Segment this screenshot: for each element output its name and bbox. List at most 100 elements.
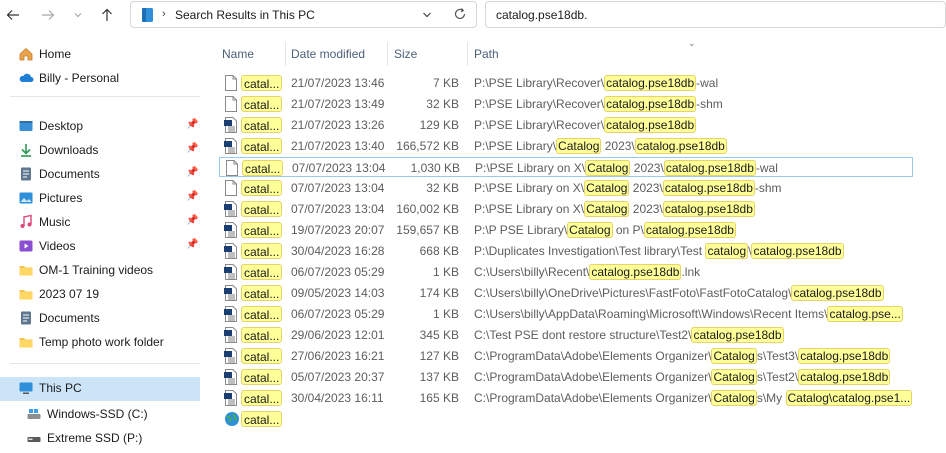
forward-button[interactable] bbox=[36, 4, 60, 26]
file-name[interactable]: catal... bbox=[241, 201, 283, 217]
file-row[interactable]: catal... 29/06/2023 12:01 345 KB C:\Test PS… bbox=[219, 325, 913, 345]
file-row[interactable]: catal... 07/07/2023 13:04 1,030 KB P:\PSE L… bbox=[219, 157, 913, 177]
path-segment: C:\ProgramData\Adobe\Elements Organizer\ bbox=[474, 370, 712, 384]
sidebar-item-home[interactable]: Home bbox=[0, 43, 200, 65]
file-path: P:\PSE Library\Recover\ catalog.pse18db bbox=[474, 117, 697, 133]
file-row[interactable]: catal... 07/07/2023 13:04 160,002 KB P:\PSE… bbox=[219, 199, 913, 219]
file-name[interactable]: catal... bbox=[241, 327, 283, 343]
pin-icon: 📌 bbox=[186, 119, 199, 130]
sidebar-item-label: Desktop bbox=[39, 119, 84, 133]
file-row[interactable]: catal... 06/07/2023 05:29 1 KB C:\Users\bil… bbox=[219, 304, 913, 324]
file-row[interactable]: catal... 05/07/2023 20:37 137 KB C:\Program… bbox=[219, 367, 913, 387]
column-header-label: Size bbox=[394, 47, 418, 61]
file-name[interactable]: catal... bbox=[241, 348, 283, 364]
path-match-highlight: Catalog bbox=[567, 222, 613, 238]
sidebar-item-this-pc[interactable]: This PC bbox=[0, 377, 200, 401]
file-name[interactable]: catal... bbox=[241, 96, 283, 112]
column-header-date-modified[interactable]: Date modified bbox=[286, 40, 386, 68]
back-button[interactable] bbox=[1, 4, 25, 26]
sidebar-item-desktop[interactable]: Desktop 📌 bbox=[0, 115, 200, 137]
file-name[interactable]: catal... bbox=[241, 306, 283, 322]
refresh-icon[interactable] bbox=[453, 7, 467, 24]
up-button[interactable] bbox=[95, 4, 119, 26]
sidebar-divider bbox=[10, 363, 200, 364]
file-date-modified: 07/07/2023 13:04 bbox=[291, 202, 385, 216]
path-segment: C:\ProgramData\Adobe\Elements Organizer\ bbox=[474, 349, 712, 363]
sidebar-item-label: Videos bbox=[39, 239, 76, 253]
sidebar-item-extreme-ssd[interactable]: Extreme SSD (P:) bbox=[0, 427, 200, 449]
file-date-modified: 07/07/2023 13:04 bbox=[291, 181, 385, 195]
address-dropdown-icon[interactable] bbox=[421, 9, 433, 24]
file-date-modified: 21/07/2023 13:46 bbox=[291, 76, 385, 90]
database-file-icon bbox=[224, 390, 238, 406]
path-match-highlight: catalog.pse18db bbox=[798, 369, 891, 385]
database-file-icon bbox=[224, 117, 238, 133]
file-row[interactable]: catal... 21/07/2023 13:40 166,572 KB P:\PSE… bbox=[219, 136, 913, 156]
file-size: 1 KB bbox=[432, 307, 459, 321]
path-match-highlight: Catalog\catalog.pse1... bbox=[785, 390, 913, 406]
file-name[interactable]: catal... bbox=[241, 369, 283, 385]
sidebar-item-om1-training-videos[interactable]: OM-1 Training videos bbox=[0, 259, 200, 281]
sidebar-item-documents[interactable]: Documents 📌 bbox=[0, 163, 200, 185]
sort-chevron-icon: ⌄ bbox=[688, 38, 696, 48]
file-name[interactable]: catal... bbox=[241, 285, 283, 301]
breadcrumb[interactable]: Search Results in This PC bbox=[175, 8, 315, 22]
file-name[interactable]: catal... bbox=[241, 243, 283, 259]
database-file-icon bbox=[224, 243, 238, 259]
sidebar-item-documents-2[interactable]: Documents bbox=[0, 307, 200, 329]
this-pc-icon bbox=[19, 382, 33, 394]
database-file-icon bbox=[224, 348, 238, 364]
documents-icon bbox=[21, 311, 31, 325]
file-name[interactable]: catal... bbox=[241, 222, 283, 238]
column-header-size[interactable]: Size bbox=[388, 40, 466, 68]
file-name[interactable]: catal... bbox=[241, 138, 283, 154]
file-name[interactable]: catal... bbox=[241, 411, 283, 427]
file-row[interactable]: catal... 07/07/2023 13:04 32 KB P:\PSE Libr… bbox=[219, 178, 913, 198]
column-header-path[interactable]: Path bbox=[468, 40, 938, 68]
sidebar-item-music[interactable]: Music 📌 bbox=[0, 211, 200, 233]
search-box[interactable]: catalog.pse18db. bbox=[485, 1, 946, 28]
onedrive-icon bbox=[19, 73, 34, 82]
file-row[interactable]: catal... 30/04/2023 16:28 668 KB P:\Duplica… bbox=[219, 241, 913, 261]
path-match-highlight: catalog.pse18db bbox=[691, 327, 784, 343]
database-file-icon bbox=[224, 369, 238, 385]
database-file-icon bbox=[224, 222, 238, 238]
file-path: P:\PSE Library on X\ Catalog 2023\ catalog… bbox=[475, 160, 778, 176]
file-row[interactable]: catal... 19/07/2023 20:07 159,657 KB P:\P P… bbox=[219, 220, 913, 240]
address-bar[interactable]: › Search Results in This PC bbox=[130, 1, 477, 28]
file-date-modified: 29/06/2023 12:01 bbox=[291, 328, 385, 342]
file-row[interactable]: catal... 21/07/2023 13:46 7 KB P:\PSE Libra… bbox=[219, 73, 913, 93]
file-name[interactable]: catal... bbox=[241, 117, 283, 133]
file-name[interactable]: catal... bbox=[241, 75, 283, 91]
file-name[interactable]: catal... bbox=[242, 160, 284, 176]
sidebar-item-temp-photo-work-folder[interactable]: Temp photo work folder bbox=[0, 331, 200, 353]
file-name[interactable]: catal... bbox=[241, 264, 283, 280]
file-row[interactable]: catal... 30/04/2023 16:11 165 KB C:\Program… bbox=[219, 388, 913, 408]
sidebar-item-onedrive[interactable]: Billy - Personal bbox=[0, 67, 200, 89]
file-name[interactable]: catal... bbox=[241, 390, 283, 406]
search-input[interactable]: catalog.pse18db. bbox=[496, 8, 587, 22]
file-size: 129 KB bbox=[419, 118, 459, 132]
file-row[interactable]: catal... 09/05/2023 14:03 174 KB C:\Users\b… bbox=[219, 283, 913, 303]
file-row[interactable]: catal... 21/07/2023 13:49 32 KB P:\PSE Libr… bbox=[219, 94, 913, 114]
sidebar-item-pictures[interactable]: Pictures 📌 bbox=[0, 187, 200, 209]
file-row[interactable]: catal... 27/06/2023 16:21 127 KB C:\Program… bbox=[219, 346, 913, 366]
path-segment: C:\Test PSE dont restore structure\Test2… bbox=[474, 328, 692, 342]
path-match-highlight: Catalog bbox=[711, 369, 757, 385]
sidebar-item-videos[interactable]: Videos 📌 bbox=[0, 235, 200, 257]
file-row[interactable]: catal... 06/07/2023 05:29 1 KB C:\Users\bil… bbox=[219, 262, 913, 282]
column-header-name[interactable]: Name bbox=[214, 40, 284, 68]
sidebar-item-label: Temp photo work folder bbox=[39, 335, 164, 349]
file-row[interactable]: catal... bbox=[219, 409, 913, 429]
path-segment: -shm bbox=[754, 181, 782, 195]
recent-locations-button[interactable] bbox=[66, 4, 90, 26]
file-row[interactable]: catal... 21/07/2023 13:26 129 KB P:\PSE Lib… bbox=[219, 115, 913, 135]
file-path: P:\PSE Library\Recover\ catalog.pse18db -w… bbox=[474, 75, 718, 91]
sidebar-item-windows-ssd[interactable]: Windows-SSD (C:) bbox=[0, 403, 200, 425]
file-name[interactable]: catal... bbox=[241, 180, 283, 196]
sidebar-item-2023-07-19[interactable]: 2023 07 19 bbox=[0, 283, 200, 305]
sidebar-item-downloads[interactable]: Downloads 📌 bbox=[0, 139, 200, 161]
file-date-modified: 27/06/2023 16:21 bbox=[291, 349, 385, 363]
folder-icon bbox=[19, 290, 33, 300]
path-segment: P:\PSE Library\Recover\ bbox=[474, 76, 605, 90]
